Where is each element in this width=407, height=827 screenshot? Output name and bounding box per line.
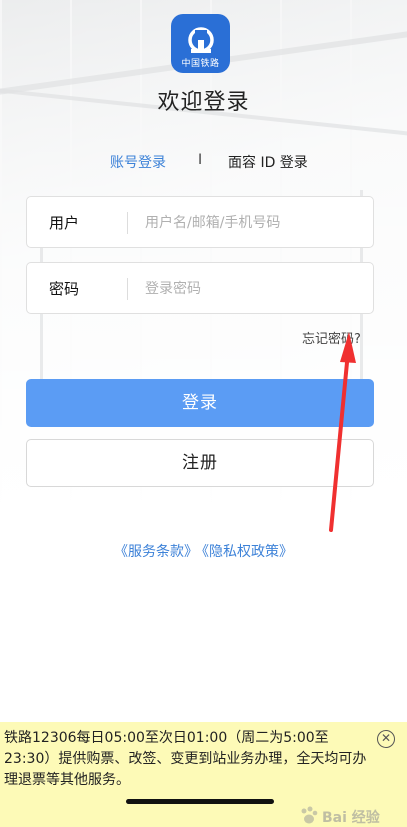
terms-of-service-link[interactable]: 《服务条款》 <box>114 544 198 560</box>
paw-icon <box>301 806 318 824</box>
app-logo: 中国铁路 <box>171 14 230 73</box>
login-button[interactable]: 登录 <box>26 379 374 427</box>
privacy-policy-link[interactable]: 《隐私权政策》 <box>202 544 293 560</box>
password-input[interactable] <box>143 263 367 315</box>
watermark-text: Bai 经验 <box>322 810 380 826</box>
password-label: 密码 <box>49 280 80 298</box>
password-field: 密码 <box>26 262 374 315</box>
username-field: 用户 <box>26 196 374 249</box>
page-title: 欢迎登录 <box>157 90 250 115</box>
terms-links: 《服务条款》 《隐私权政策》 <box>0 541 407 561</box>
tab-account-login[interactable]: 账号登录 <box>110 152 166 172</box>
close-icon[interactable]: ✕ <box>377 730 395 748</box>
forgot-password-link[interactable]: 忘记密码? <box>302 328 361 347</box>
baidu-watermark: Bai 经验 <box>296 806 404 826</box>
tab-separator: I <box>198 152 203 168</box>
home-indicator[interactable] <box>126 799 274 804</box>
logo-text: 中国铁路 <box>181 59 220 69</box>
field-divider <box>127 278 128 300</box>
tab-face-id-login[interactable]: 面容 ID 登录 <box>228 152 308 172</box>
username-label: 用户 <box>49 214 80 232</box>
register-button[interactable]: 注册 <box>26 439 374 487</box>
username-input[interactable] <box>143 197 367 249</box>
field-divider <box>127 212 128 234</box>
notice-text: 铁路12306每日05:00至次日01:00（周二为5:00至23:30）提供购… <box>4 730 367 788</box>
